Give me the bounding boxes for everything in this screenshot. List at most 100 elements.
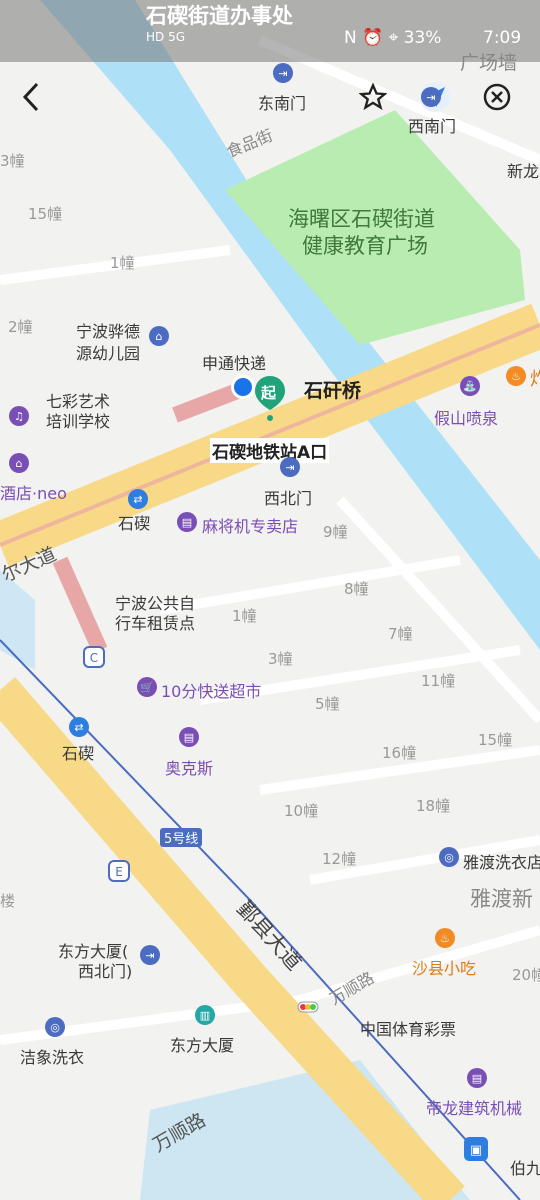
status-bar: 石碶街道办事处 HD 5G N ⏰ ⌖ 33% 7:09 bbox=[0, 0, 540, 62]
current-location-icon[interactable] bbox=[230, 374, 256, 400]
building-label: 5幢 bbox=[315, 695, 340, 713]
svg-text:⛲: ⛲ bbox=[463, 380, 477, 393]
metro-icon[interactable]: ⇄ bbox=[68, 716, 90, 738]
svg-text:▣: ▣ bbox=[470, 1143, 482, 1158]
poi-shiqi-metro1[interactable]: 石碶 bbox=[118, 510, 150, 534]
favorite-button[interactable] bbox=[351, 75, 395, 119]
exit-e-icon[interactable]: E bbox=[108, 860, 130, 882]
building-label: 10幢 bbox=[284, 802, 319, 820]
building-label: 7幢 bbox=[388, 625, 413, 643]
poi-dongnanmen[interactable]: 东南门 bbox=[258, 90, 306, 114]
svg-text:E: E bbox=[115, 865, 123, 879]
poi-mahjong[interactable]: 麻将机专卖店 bbox=[202, 513, 298, 537]
building-label: 9幢 bbox=[323, 523, 348, 541]
building-icon[interactable]: ▥ bbox=[194, 1004, 216, 1026]
shop-icon[interactable]: ▤ bbox=[466, 1067, 488, 1089]
shop-icon[interactable]: ▤ bbox=[178, 726, 200, 748]
poi-dongfang-2[interactable]: 西北门) bbox=[78, 958, 132, 982]
poi-okes[interactable]: 奥克斯 bbox=[165, 755, 213, 779]
building-label: 15幢 bbox=[28, 205, 63, 223]
poi-xibeimen[interactable]: 西北门 bbox=[264, 485, 312, 509]
svg-text:⇄: ⇄ bbox=[74, 721, 83, 734]
entrance-icon[interactable]: ⇥ bbox=[279, 456, 301, 478]
bus-stop-icon[interactable]: ▣ bbox=[463, 1136, 489, 1162]
building-label: 20幢 bbox=[512, 966, 540, 984]
building-label: 15幢 bbox=[478, 731, 513, 749]
snack-icon[interactable]: ♨ bbox=[434, 927, 456, 949]
svg-text:▤: ▤ bbox=[184, 731, 194, 744]
close-icon bbox=[483, 83, 511, 111]
star-icon bbox=[359, 83, 387, 111]
metro-line-badge: 5号线 bbox=[160, 828, 203, 847]
clock: 7:09 bbox=[483, 28, 522, 48]
svg-text:◎: ◎ bbox=[444, 851, 454, 864]
hotel-icon[interactable]: ⌂ bbox=[8, 452, 30, 474]
svg-text:⇥: ⇥ bbox=[278, 67, 287, 80]
status-icons: N ⏰ ⌖ 33% bbox=[344, 28, 442, 48]
poi-dilong[interactable]: 帝龙建筑机械 bbox=[426, 1095, 522, 1119]
bike-icon[interactable]: C bbox=[83, 646, 105, 668]
start-marker-text: 起 bbox=[261, 384, 277, 402]
food-icon[interactable]: ♨ bbox=[505, 365, 527, 387]
poi-jiaqishan[interactable]: 假山喷泉 bbox=[434, 405, 498, 429]
poi-market[interactable]: 10分快送超市 bbox=[161, 678, 261, 702]
poi-bai[interactable]: 伯九 bbox=[510, 1155, 540, 1179]
building-lou: 楼 bbox=[0, 892, 16, 910]
poi-school-2[interactable]: 培训学校 bbox=[46, 408, 110, 432]
svg-text:⇥: ⇥ bbox=[285, 461, 294, 474]
poi-hotel[interactable]: 酒店·neo bbox=[0, 480, 67, 504]
building-label: 12幢 bbox=[322, 850, 357, 868]
laundry-icon[interactable]: ◎ bbox=[438, 846, 460, 868]
poi-laundry[interactable]: 雅渡洗衣店 bbox=[463, 849, 540, 873]
svg-text:◎: ◎ bbox=[50, 1021, 60, 1034]
svg-text:♨: ♨ bbox=[440, 932, 450, 945]
close-button[interactable] bbox=[475, 75, 519, 119]
svg-text:⇥: ⇥ bbox=[426, 91, 435, 104]
start-marker[interactable]: 起 bbox=[254, 376, 286, 421]
poi-xinlong[interactable]: 新龙 bbox=[507, 158, 539, 182]
poi-jiexiang[interactable]: 洁象洗衣 bbox=[20, 1044, 84, 1068]
svg-text:▤: ▤ bbox=[472, 1072, 482, 1085]
plaza-name-line1[interactable]: 海曙区石碶街道 bbox=[288, 203, 435, 233]
supermarket-icon[interactable]: 🛒 bbox=[136, 676, 158, 698]
building-label: 3幢 bbox=[268, 650, 293, 668]
fountain-icon[interactable]: ⛲ bbox=[459, 375, 481, 397]
network-indicator: HD 5G bbox=[146, 30, 186, 44]
bridge-name[interactable]: 石矸桥 bbox=[304, 376, 361, 403]
svg-text:⇥: ⇥ bbox=[145, 949, 154, 962]
poi-shiqi-metro2[interactable]: 石碶 bbox=[62, 740, 94, 764]
poi-kindergarten-1[interactable]: 宁波骅德 bbox=[76, 318, 140, 342]
map-canvas[interactable] bbox=[0, 0, 540, 1200]
laundry-icon[interactable]: ◎ bbox=[44, 1016, 66, 1038]
poi-xinanmen[interactable]: 西南门 bbox=[408, 113, 456, 137]
svg-text:⌂: ⌂ bbox=[16, 457, 23, 470]
poi-bike-2[interactable]: 行车租赁点 bbox=[115, 610, 195, 634]
svg-text:♫: ♫ bbox=[14, 410, 24, 423]
poi-dongfang-building[interactable]: 东方大厦 bbox=[170, 1032, 234, 1056]
building-label: 2幢 bbox=[8, 318, 33, 336]
building-label: 18幢 bbox=[416, 797, 451, 815]
back-icon bbox=[22, 82, 39, 112]
building-label: 1幢 bbox=[110, 254, 135, 272]
entrance-icon[interactable]: ⇥ bbox=[139, 944, 161, 966]
school-icon[interactable]: ⌂ bbox=[148, 325, 170, 347]
poi-shaxian[interactable]: 沙县小吃 bbox=[412, 955, 476, 979]
svg-text:C: C bbox=[90, 651, 98, 665]
poi-fuel[interactable]: 炸 bbox=[530, 365, 540, 391]
entrance-icon[interactable]: ⇥ bbox=[420, 86, 442, 108]
entrance-icon[interactable]: ⇥ bbox=[272, 62, 294, 84]
building-label: 1幢 bbox=[232, 607, 257, 625]
school-icon[interactable]: ♫ bbox=[8, 405, 30, 427]
metro-icon[interactable]: ⇄ bbox=[127, 488, 149, 510]
building-label: 16幢 bbox=[382, 744, 417, 762]
poi-lottery[interactable]: 中国体育彩票 bbox=[360, 1016, 456, 1040]
poi-kindergarten-2[interactable]: 源幼儿园 bbox=[76, 340, 140, 364]
svg-text:🛒: 🛒 bbox=[140, 681, 154, 694]
svg-text:▤: ▤ bbox=[182, 516, 192, 529]
poi-express[interactable]: 申通快递 bbox=[202, 350, 266, 374]
shop-icon[interactable]: ▤ bbox=[176, 511, 198, 533]
metro-exit-label[interactable]: 石碶地铁站A口 bbox=[210, 438, 330, 463]
street-header: 石碶街道办事处 bbox=[146, 4, 293, 28]
plaza-name-line2[interactable]: 健康教育广场 bbox=[302, 230, 428, 260]
back-button[interactable] bbox=[10, 75, 54, 119]
